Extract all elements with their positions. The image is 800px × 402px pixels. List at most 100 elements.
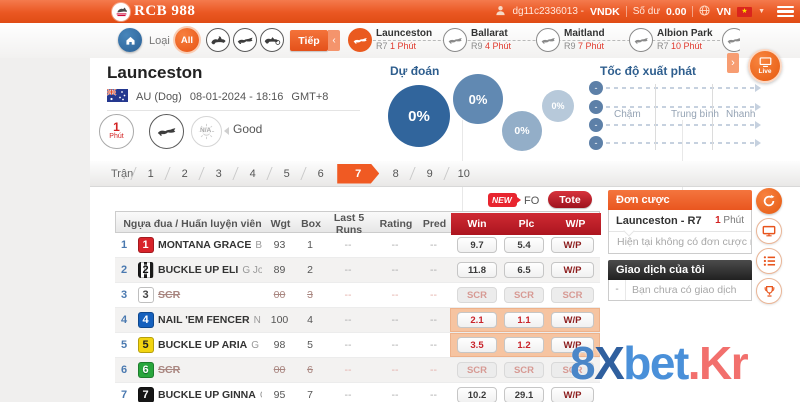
live-video-button[interactable] — [756, 218, 782, 244]
tab-race-5[interactable]: 5 — [270, 168, 303, 180]
results-trophy-button[interactable] — [756, 278, 782, 304]
table-row: 4 4 NAIL 'EM FENCERN A... 100 4 -- -- --… — [115, 308, 600, 333]
pred-value: -- — [417, 264, 450, 276]
header-wp: W/P — [550, 213, 601, 235]
tab-race-10[interactable]: 10 — [447, 168, 480, 180]
plc-odds-button[interactable]: 1.2 — [504, 337, 544, 353]
header-wgt: Wgt — [263, 218, 298, 230]
trap-icon: 2 — [138, 262, 154, 278]
ticker-race-maitland[interactable]: MaitlandR9 7 Phút — [536, 26, 628, 52]
rating-value: -- — [373, 339, 417, 351]
runner-number: 4 — [115, 314, 133, 326]
tab-race-1[interactable]: 1 — [134, 168, 167, 180]
next-race-button[interactable]: Tiếp — [290, 30, 328, 51]
win-odds-button[interactable]: 2.1 — [457, 312, 497, 328]
ticker-race-angle-park[interactable]: Angle ParR10 13 Ph — [722, 26, 740, 52]
tab-race-8[interactable]: 8 — [379, 168, 412, 180]
header-box: Box — [298, 218, 324, 230]
wp-button[interactable]: W/P — [551, 312, 594, 328]
box-value: 4 — [297, 314, 323, 326]
runner-number: 6 — [115, 364, 133, 376]
win-odds-button[interactable]: 11.8 — [457, 262, 497, 278]
weight-value: 98 — [262, 339, 297, 351]
weather-na-label: N/A — [199, 127, 212, 134]
prediction-bubble: 0% — [453, 74, 503, 124]
tab-race-4[interactable]: 4 — [236, 168, 269, 180]
speed-label-fast: Nhanh — [726, 109, 755, 120]
tab-race-6[interactable]: 6 — [304, 168, 337, 180]
trap-icon: 3 — [138, 287, 154, 303]
fixed-odds-label[interactable]: FO — [524, 195, 539, 207]
tab-race-7[interactable]: 7 — [337, 164, 379, 184]
ticker-next-icon[interactable]: › — [727, 53, 739, 73]
betslip-countdown-unit: Phút — [721, 215, 744, 226]
pred-value: -- — [417, 339, 450, 351]
vietnam-flag-icon: ★ — [737, 7, 752, 17]
menu-icon[interactable] — [777, 6, 794, 17]
ticker-race-albion-park[interactable]: Albion ParkR7 10 Phút — [629, 26, 721, 52]
rating-value: -- — [373, 239, 417, 251]
horse-racing-icon[interactable] — [206, 28, 230, 52]
plc-odds-button[interactable]: 1.1 — [504, 312, 544, 328]
runner-name: SCR — [158, 364, 180, 376]
win-odds-button: SCR — [457, 287, 497, 303]
runner-number: 7 — [115, 389, 133, 401]
harness-racing-icon[interactable] — [260, 28, 284, 52]
race-nav-bar: Loại All Tiếp ‹ LauncestonR7 1 Phút Ball… — [0, 23, 800, 59]
page: RCB 988 dg11c2336013 - VNDK Số dư 0.00 V… — [0, 0, 800, 402]
trap-icon: 1 — [138, 237, 154, 253]
user-id: dg11c2336013 - — [512, 6, 584, 17]
countdown-badge: 1 Phút — [99, 114, 134, 149]
ticker-race-launceston[interactable]: LauncestonR7 1 Phút — [348, 26, 440, 52]
plc-odds-button[interactable]: 29.1 — [504, 387, 544, 402]
refresh-button[interactable] — [756, 188, 782, 214]
prediction-bubble: 0% — [502, 111, 542, 151]
rating-value: -- — [373, 264, 417, 276]
wp-button[interactable]: W/P — [551, 337, 594, 353]
tab-race-3[interactable]: 3 — [202, 168, 235, 180]
language-label[interactable]: VN — [716, 6, 731, 18]
weight-value: 00 — [262, 364, 297, 376]
greyhound-icon[interactable] — [233, 28, 257, 52]
transactions-bullet: - — [609, 280, 626, 300]
speed-label-slow: Chậm — [614, 109, 641, 120]
list-icon — [763, 255, 776, 267]
speed-label-medium: Trung bình — [671, 109, 719, 120]
header-rating: Rating — [374, 218, 418, 230]
speed-lane: - — [589, 136, 764, 150]
tote-button[interactable]: Tote — [548, 191, 592, 208]
table-header: Ngựa đua / Huấn luyện viên Wgt Box Last … — [115, 211, 600, 233]
live-button[interactable]: Live — [748, 49, 782, 83]
table-row: 2 2 BUCKLE UP ELIG Joh... 89 2 -- -- -- … — [115, 258, 600, 283]
home-button[interactable] — [118, 28, 142, 52]
last5-value: -- — [323, 364, 373, 376]
win-odds-button[interactable]: 9.7 — [457, 237, 497, 253]
brand-logo[interactable]: RCB 988 — [112, 3, 195, 21]
tab-race-9[interactable]: 9 — [413, 168, 446, 180]
trap-icon: 6 — [138, 362, 154, 378]
tabs-label: Trận — [111, 168, 133, 180]
win-odds-button[interactable]: 3.5 — [457, 337, 497, 353]
box-value: 1 — [297, 239, 323, 251]
results-list-button[interactable] — [756, 248, 782, 274]
prediction-bubble: 0% — [388, 85, 450, 147]
win-odds-button[interactable]: 10.2 — [457, 387, 497, 402]
country-label: AU (Dog) — [136, 91, 182, 103]
greyhound-icon — [348, 28, 372, 52]
plc-odds-button[interactable]: 5.4 — [504, 237, 544, 253]
wp-button[interactable]: W/P — [551, 237, 594, 253]
plc-odds-button[interactable]: 6.5 — [504, 262, 544, 278]
filter-all-button[interactable]: All — [175, 28, 199, 52]
weight-value: 93 — [262, 239, 297, 251]
tab-race-2[interactable]: 2 — [168, 168, 201, 180]
chevron-left-icon[interactable]: ‹ — [328, 30, 340, 51]
wp-button[interactable]: W/P — [551, 387, 594, 402]
race-tab-bar: Trận 1 2 3 4 5 6 7 8 9 10 — [90, 161, 800, 187]
box-value: 7 — [297, 389, 323, 401]
ticker-race-ballarat[interactable]: BallaratR9 4 Phút — [443, 26, 535, 52]
rating-value: -- — [373, 314, 417, 326]
race-datetime: 08-01-2024 - 18:16 — [190, 91, 284, 103]
wp-button[interactable]: W/P — [551, 262, 594, 278]
runner-name: BUCKLE UP ARIA — [158, 339, 247, 351]
chevron-down-icon[interactable]: ▼ — [758, 8, 765, 15]
